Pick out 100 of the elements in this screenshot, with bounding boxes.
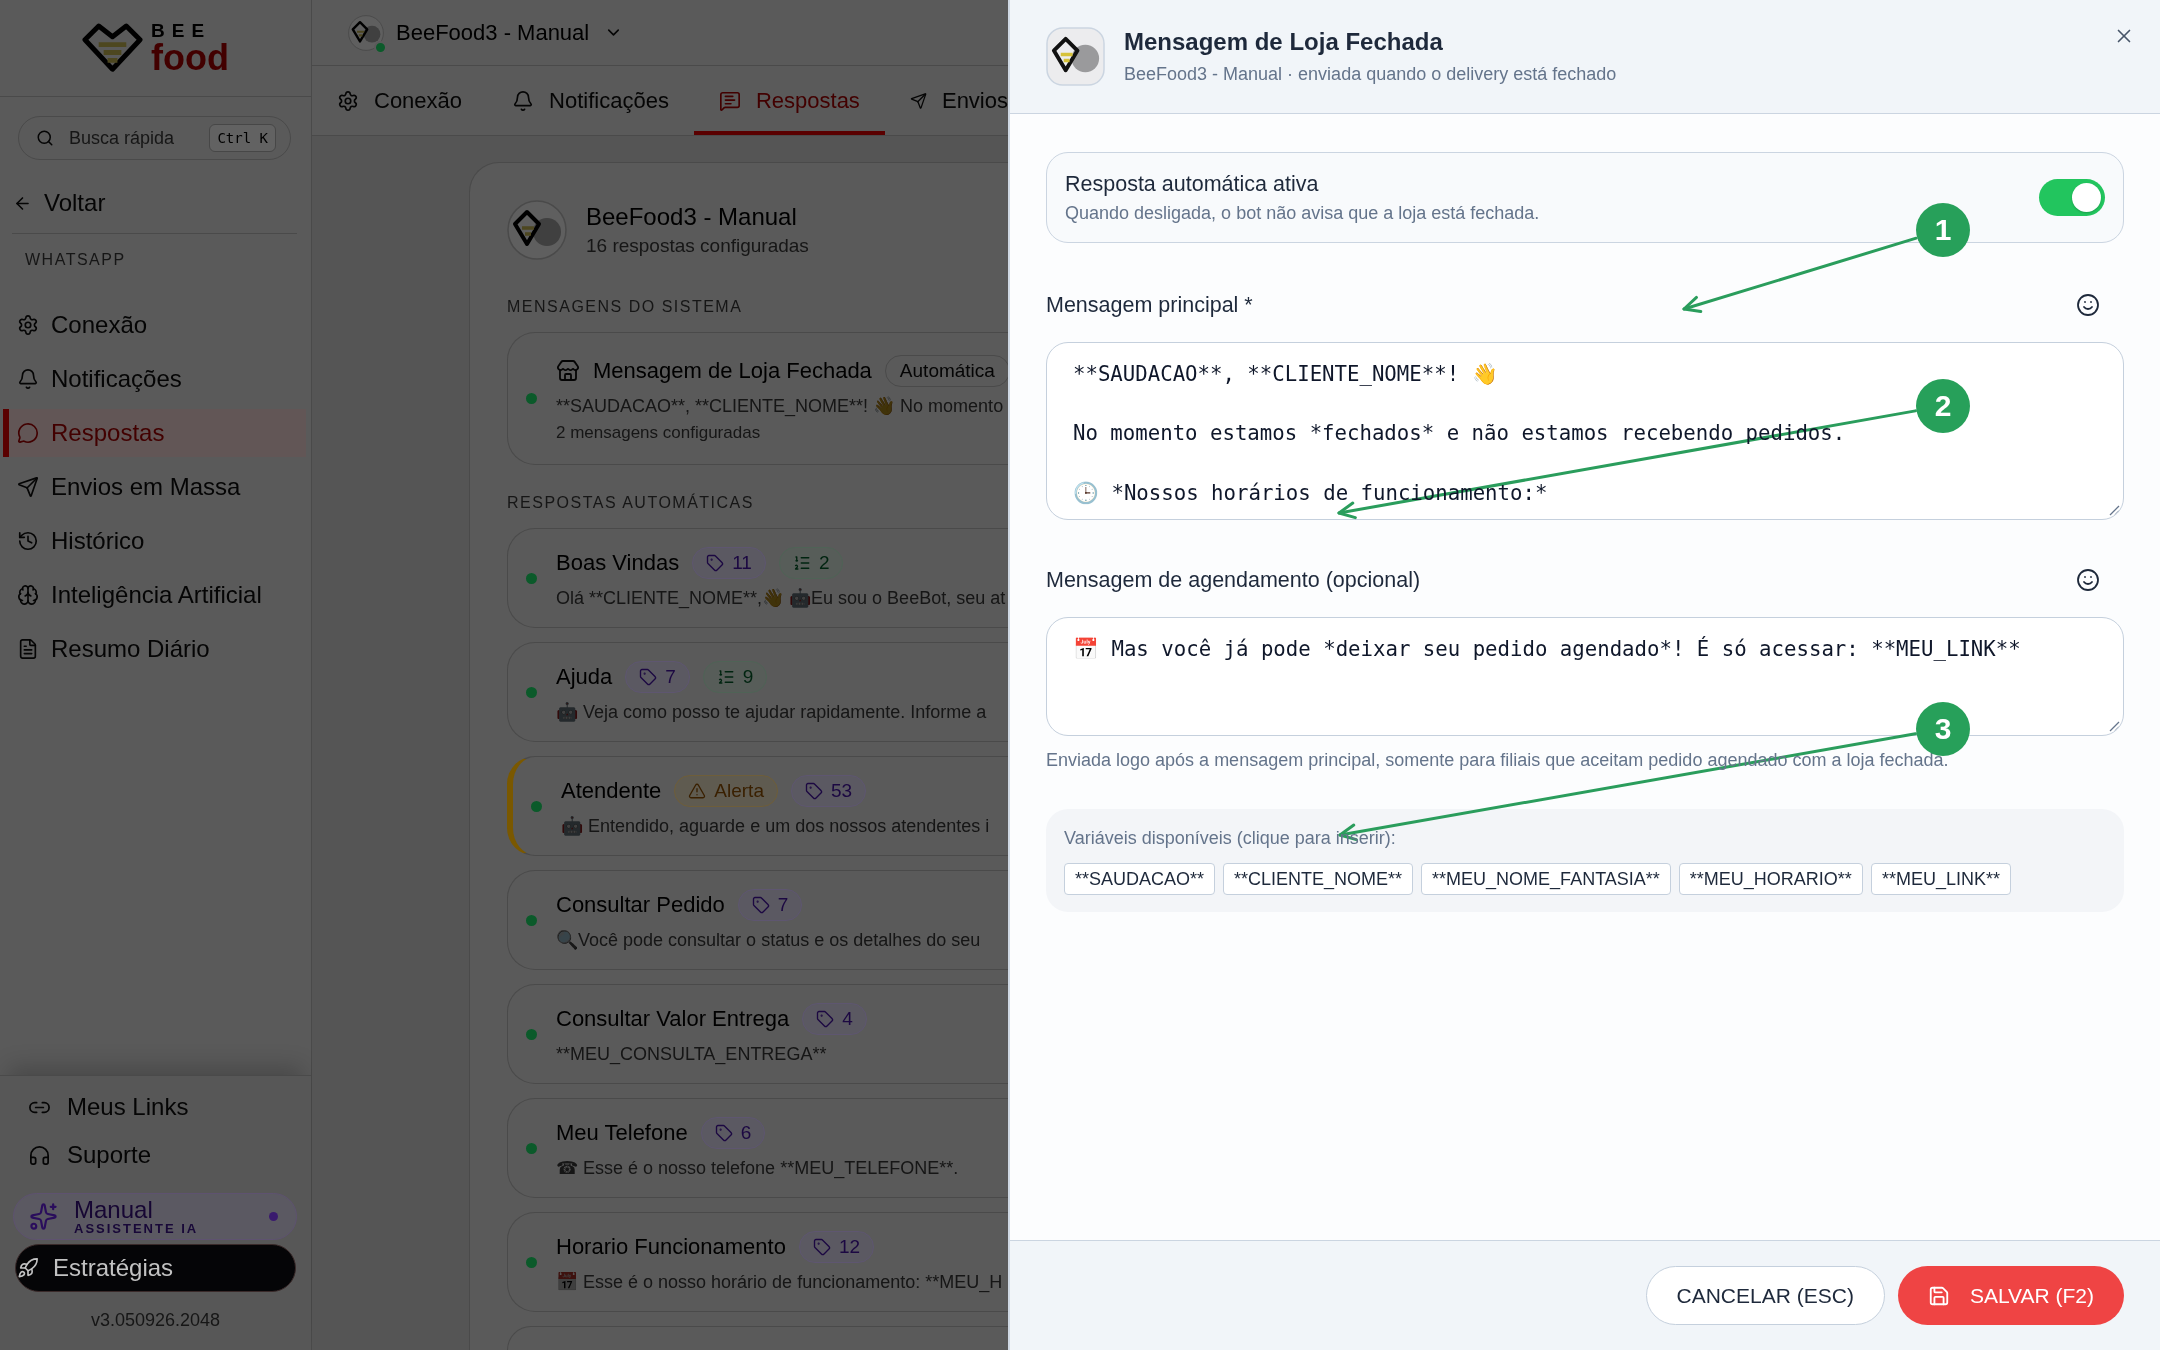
tag-count: 11 — [732, 552, 752, 574]
store-icon — [556, 358, 580, 383]
tag-icon — [639, 668, 658, 686]
logo-wordmark: BEE — [151, 23, 212, 39]
tab[interactable]: Envios — [884, 66, 1008, 135]
history-icon — [17, 530, 39, 552]
response-card[interactable]: Meu Telefone 6 ☎ Esse é o nosso telefone **MEU_TELEFONE**. — [507, 1098, 1008, 1198]
footer-link[interactable]: Meus Links — [0, 1085, 189, 1129]
headphones-icon — [28, 1143, 51, 1167]
tag-count: 7 — [777, 894, 789, 916]
section-label: RESPOSTAS AUTOMÁTICAS — [507, 493, 754, 513]
gear-icon — [17, 314, 39, 336]
card-title: Mensagem de Loja Fechada — [593, 357, 872, 384]
card-title: Ajuda — [556, 664, 613, 690]
message-preview: 🔍Você pode consultar o status e os detalhes do seu — [556, 929, 981, 952]
back-link[interactable]: Voltar — [13, 183, 106, 223]
nav-item[interactable]: Histórico — [3, 517, 306, 565]
diamond-logo-icon — [1046, 27, 1105, 86]
response-card[interactable]: Consultar Valor Entrega 4 **MEU_CONSULTA_ENTREGA** — [507, 984, 1008, 1084]
card-title: Atendente — [561, 778, 662, 804]
account-name[interactable]: BeeFood3 - Manual — [396, 19, 590, 46]
search-placeholder: Busca rápida — [69, 127, 175, 149]
toggle-switch[interactable] — [2039, 179, 2105, 216]
gear-icon — [337, 89, 359, 112]
footer-link[interactable]: Suporte — [0, 1133, 152, 1177]
variable-chip[interactable]: **MEU_HORARIO** — [1678, 863, 1863, 895]
variable-chip[interactable]: **CLIENTE_NOME** — [1223, 863, 1414, 895]
variable-chip[interactable]: **MEU_NOME_FANTASIA** — [1421, 863, 1671, 895]
nav-item[interactable]: Resumo Diário — [3, 625, 306, 673]
setting-description: Quando desligada, o bot não avisa que a loja está fechada. — [1065, 202, 1540, 224]
field-label: Mensagem de agendamento (opcional) — [1046, 567, 1421, 593]
tab[interactable]: Conexão — [312, 66, 488, 135]
response-card[interactable]: Ajuda 7 9 🤖 Veja como posso te ajudar rapidamente. Informe a — [507, 642, 1008, 742]
message-preview: 🤖 Entendido, aguarde e um dos nossos atendentes i — [561, 815, 990, 838]
smiley-icon — [2076, 293, 2100, 317]
document-icon — [17, 638, 39, 660]
nav-item[interactable]: Respostas — [3, 409, 306, 457]
warning-icon — [688, 782, 707, 800]
nav-item[interactable]: Conexão — [3, 301, 306, 349]
setting-label: Resposta automática ativa — [1065, 171, 1319, 197]
variable-chip[interactable]: **SAUDACAO** — [1064, 863, 1216, 895]
rocket-icon — [17, 1257, 39, 1279]
response-card[interactable]: Atendente Alerta 53 🤖 Entendido, aguarde e um dos nossos atendentes i — [507, 756, 1008, 856]
nav-item[interactable]: Inteligência Artificial — [3, 571, 306, 619]
status-dot-icon — [269, 1212, 278, 1221]
emoji-button[interactable] — [2076, 293, 2100, 317]
version-text: v3.050926.2048 — [90, 1310, 221, 1330]
step-count: 2 — [818, 552, 830, 574]
brain-icon — [17, 584, 39, 606]
resize-grip-icon[interactable] — [2109, 505, 2120, 516]
diamond-logo-icon — [82, 23, 143, 73]
tab[interactable]: Respostas — [693, 66, 885, 135]
tag-icon — [816, 1010, 835, 1028]
section-label: WHATSAPP — [25, 250, 126, 270]
emoji-button[interactable] — [2076, 568, 2100, 592]
alert-label: Alerta — [714, 780, 764, 802]
tag-count: 7 — [665, 666, 676, 688]
message-icon — [718, 89, 741, 112]
tag-count: 6 — [740, 1122, 752, 1144]
nav-item[interactable]: Notificações — [3, 355, 306, 403]
assistant-button[interactable]: Manual ASSISTENTE IA — [13, 1193, 297, 1240]
assistant-name: Manual — [74, 1197, 153, 1222]
resize-grip-icon[interactable] — [2109, 721, 2120, 732]
save-button[interactable]: SALVAR (F2) — [1897, 1266, 2124, 1325]
diamond-logo-icon — [348, 14, 384, 51]
dialog-title: Mensagem de Loja Fechada — [1124, 27, 1443, 57]
panel-title: BeeFood3 - Manual — [586, 202, 797, 232]
tag-count: 12 — [838, 1236, 861, 1258]
smiley-icon — [2076, 568, 2100, 592]
panel-subtitle: 16 respostas configuradas — [586, 234, 809, 258]
numbered-list-icon — [792, 554, 811, 572]
message-preview: 📅 Esse é o nosso horário de funcionamento: **MEU_H — [556, 1271, 1003, 1295]
speech-bubble-icon — [17, 422, 39, 444]
card-title: Consultar Pedido — [556, 892, 725, 918]
tab[interactable]: Notificações — [487, 66, 694, 135]
card-title: Horario Funcionamento — [556, 1234, 786, 1260]
cancel-button[interactable]: CANCELAR (ESC) — [1645, 1266, 1885, 1325]
nav-item[interactable]: Envios em Massa — [3, 463, 306, 511]
tag-count: 4 — [842, 1008, 853, 1030]
strategies-button[interactable]: Estratégias — [15, 1244, 296, 1292]
logo-wordmark: food — [151, 43, 229, 73]
shortcut-key: Ctrl K — [209, 124, 276, 152]
assistant-role: ASSISTENTE IA — [74, 1222, 199, 1236]
tag-icon — [706, 554, 725, 572]
message-preview: **MEU_CONSULTA_ENTREGA** — [556, 1043, 827, 1067]
numbered-list-icon — [716, 668, 735, 686]
variable-chip[interactable]: **MEU_LINK** — [1870, 863, 2011, 895]
message-preview: **SAUDACAO**, **CLIENTE_NOME**! 👋 No momento — [556, 394, 1004, 419]
save-icon — [1927, 1284, 1950, 1307]
card-title: Meu Telefone — [556, 1120, 688, 1146]
card-meta: 2 mensagens configuradas — [556, 421, 761, 444]
field-label: Mensagem principal * — [1046, 292, 1253, 318]
paper-plane-icon — [17, 476, 39, 498]
response-card[interactable]: Horario Funcionamento 12 📅 Esse é o nosso horário de funcionamento: **MEU_H — [507, 1212, 1008, 1312]
response-card[interactable]: Consultar Pedido 7 🔍Você pode consultar o status e os detalhes do seu — [507, 870, 1008, 970]
response-card[interactable]: Boas Vindas 11 2 Olá **CLIENTE_NOME**,👋 🤖Eu sou o BeeBot, seu at — [507, 528, 1008, 628]
tag-icon — [812, 1238, 831, 1256]
search-icon — [36, 129, 54, 147]
variables-label: Variáveis disponíveis (clique para inserir): — [1064, 827, 1396, 850]
card-title: Consultar Valor Entrega — [556, 1006, 790, 1032]
